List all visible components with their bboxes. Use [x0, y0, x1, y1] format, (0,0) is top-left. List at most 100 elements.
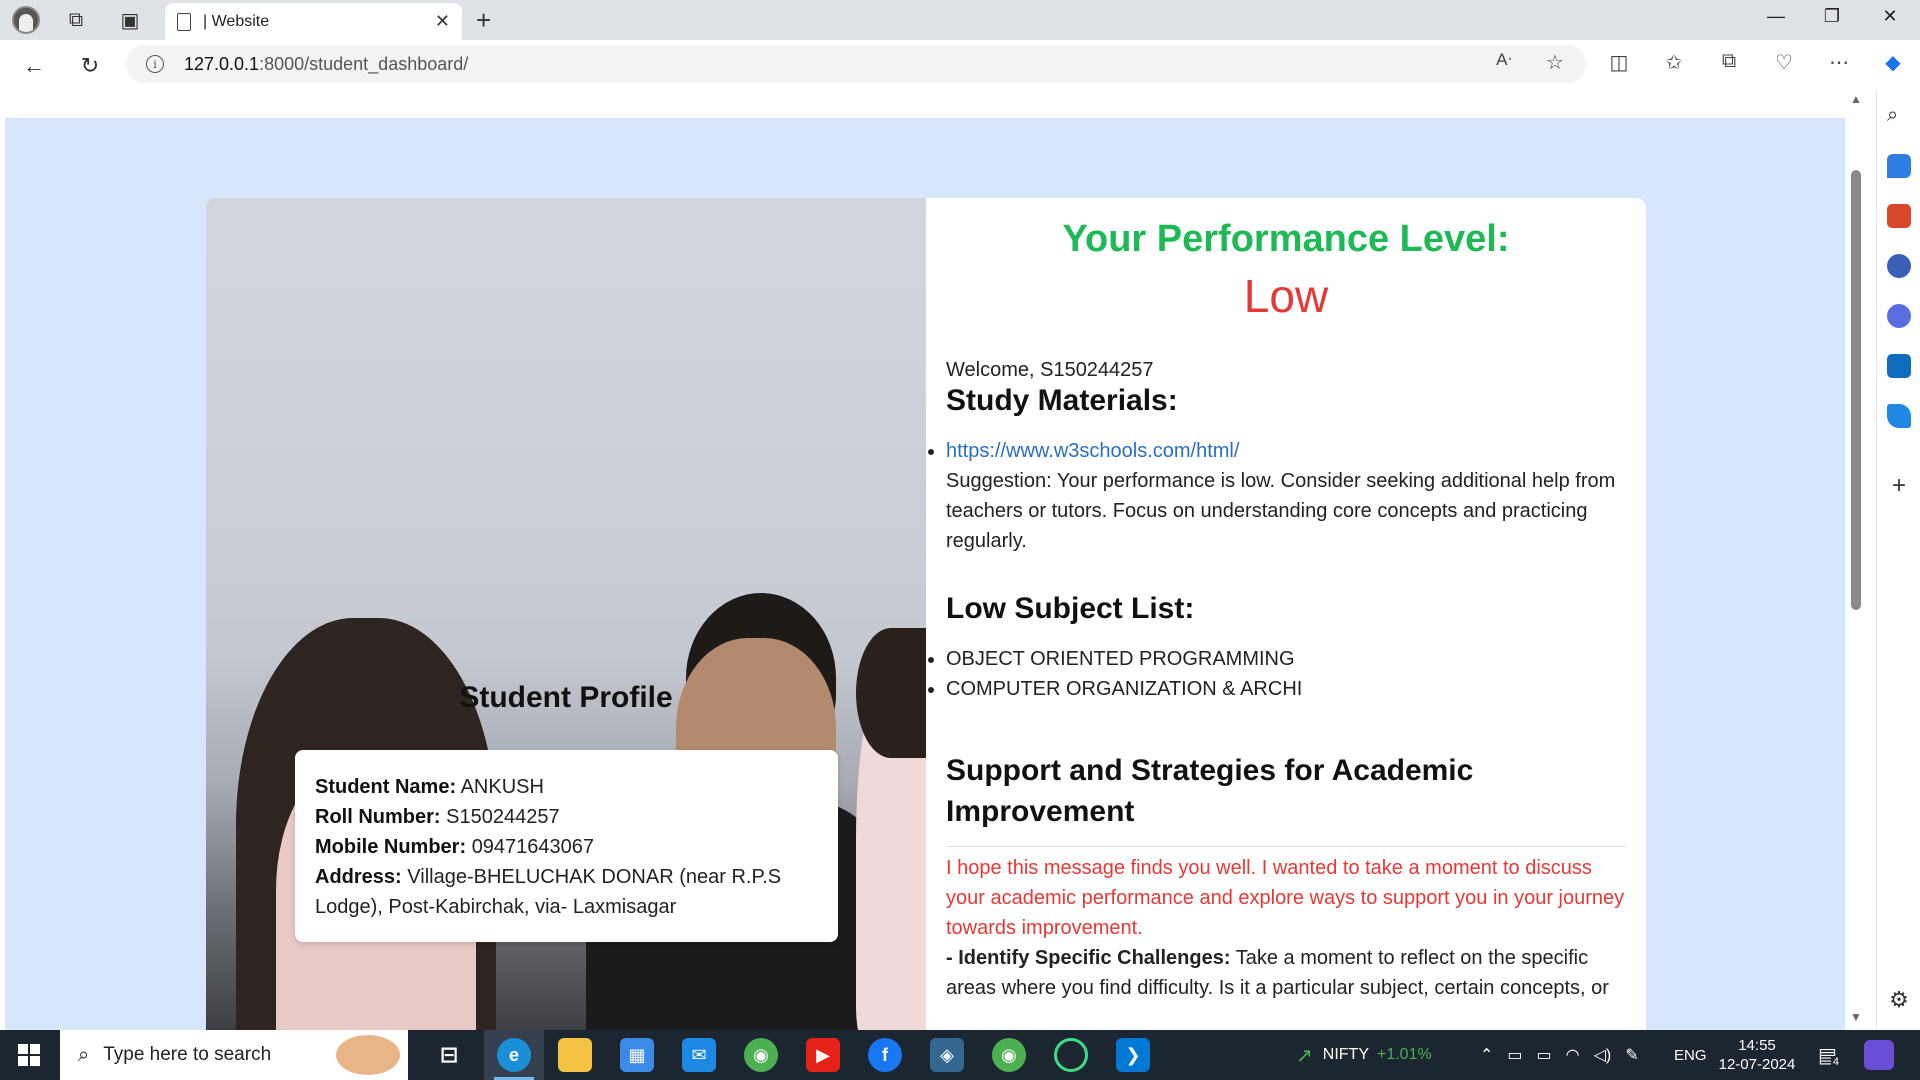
scroll-down-arrow-icon[interactable]: ▼ [1850, 1010, 1862, 1024]
study-link-item: https://www.w3schools.com/html/ [946, 436, 1626, 466]
info-icon[interactable]: i [146, 55, 164, 73]
list-item: COMPUTER ORGANIZATION & ARCHI [946, 674, 1626, 704]
address-bar: ← ↻ i 127.0.0.1:8000/student_dashboard/ … [0, 40, 1920, 90]
page-icon [177, 12, 191, 31]
study-link[interactable]: https://www.w3schools.com/html/ [946, 440, 1239, 462]
plus-icon[interactable]: + [476, 6, 491, 34]
vscode-icon[interactable]: ❯ [1116, 1038, 1150, 1072]
read-aloud-icon[interactable]: Aᐧ [1489, 50, 1519, 70]
postgresql-icon[interactable]: ◈ [930, 1038, 964, 1072]
nifty-label: NIFTY [1322, 1046, 1369, 1063]
settings-gear-icon[interactable]: ⚙ [1887, 988, 1911, 1012]
search-icon[interactable]: ⌕ [1887, 104, 1911, 128]
split-screen-icon[interactable]: ◫ [1604, 50, 1634, 75]
wifi-icon[interactable]: ◠ [1566, 1045, 1580, 1065]
roll-number-value: S150244257 [446, 806, 560, 828]
student-profile-title: Student Profile [459, 681, 673, 714]
tools-icon[interactable] [1887, 204, 1911, 228]
language-indicator[interactable]: ENG [1674, 1030, 1707, 1080]
scroll-up-arrow-icon[interactable]: ▲ [1850, 92, 1862, 106]
address-row: Address: Village-BHELUCHAK DONAR (near R… [315, 862, 818, 922]
battery-icon[interactable]: ▭ [1537, 1045, 1552, 1065]
facebook-icon[interactable]: f [868, 1038, 902, 1072]
file-explorer-icon[interactable] [558, 1038, 592, 1072]
list-item: OBJECT ORIENTED PROGRAMMING [946, 644, 1626, 674]
support-heading: Support and Strategies for Academic Impr… [946, 754, 1474, 828]
pen-icon[interactable]: ✎ [1625, 1045, 1638, 1065]
url-field[interactable]: i 127.0.0.1:8000/student_dashboard/ [126, 45, 1586, 83]
taskbar-search-box[interactable]: ⌕ Type here to search [60, 1030, 408, 1080]
chrome-profile-icon[interactable]: ◉ [992, 1038, 1026, 1072]
suggestion-text: Suggestion: Your performance is low. Con… [946, 470, 1616, 552]
clock[interactable]: 14:55 12-07-2024 [1712, 1036, 1802, 1074]
search-highlight-shell-icon [336, 1035, 400, 1075]
challenge-paragraph: - Identify Specific Challenges: Take a m… [946, 943, 1626, 1003]
scroll-thumb[interactable] [1851, 170, 1861, 610]
student-name-label: Student Name: [315, 776, 457, 798]
microsoft-store-icon[interactable]: ▦ [620, 1038, 654, 1072]
youtube-icon[interactable]: ▶ [806, 1038, 840, 1072]
student-name-value: ANKUSH [460, 776, 544, 798]
clock-time: 14:55 [1738, 1037, 1776, 1054]
add-icon[interactable]: + [1887, 474, 1911, 498]
more-icon[interactable]: ⋯ [1824, 50, 1854, 75]
chrome-icon[interactable]: ◉ [744, 1038, 778, 1072]
support-message: I hope this message finds you well. I wa… [946, 846, 1626, 943]
volume-icon[interactable]: ◁) [1594, 1045, 1612, 1065]
roll-number-row: Roll Number: S150244257 [315, 802, 818, 832]
refresh-icon[interactable]: ↻ [74, 50, 106, 82]
mobile-number-row: Mobile Number: 09471643067 [315, 832, 818, 862]
copilot-taskbar-icon[interactable] [1864, 1040, 1894, 1070]
copilot-icon[interactable]: ◆ [1878, 50, 1908, 75]
welcome-text: Welcome, S150244257 [946, 359, 1154, 381]
stock-chart-icon: ↗ [1296, 1044, 1313, 1067]
system-tray: ⌃ ▭ ▭ ◠ ◁) ✎ [1480, 1030, 1639, 1080]
avatar-icon[interactable] [12, 6, 40, 34]
workspaces-icon[interactable]: ⧉ [62, 6, 90, 34]
student-name-row: Student Name: ANKUSH [315, 772, 818, 802]
close-window-button[interactable]: ✕ [1870, 6, 1910, 27]
challenge-label: - Identify Specific Challenges: [946, 947, 1231, 969]
notification-center-icon[interactable]: ▤ 4 [1818, 1030, 1842, 1080]
low-subjects-list: OBJECT ORIENTED PROGRAMMING COMPUTER ORG… [946, 644, 1626, 704]
games-icon[interactable] [1887, 254, 1911, 278]
taskbar-search-placeholder: Type here to search [103, 1044, 272, 1065]
restore-button[interactable]: ❐ [1812, 6, 1852, 27]
study-materials-list: https://www.w3schools.com/html/ [946, 436, 1626, 466]
app-loader-icon[interactable] [1054, 1038, 1088, 1072]
task-view-icon[interactable]: ⊟ [432, 1038, 466, 1072]
copilot-apps-icon[interactable] [1887, 304, 1911, 328]
heart-pulse-icon[interactable]: ♡ [1769, 50, 1799, 75]
star-icon[interactable]: ☆ [1540, 50, 1570, 75]
search-icon: ⌕ [78, 1043, 90, 1066]
study-materials-heading: Study Materials: [946, 384, 1178, 417]
send-icon[interactable] [1887, 404, 1911, 428]
mobile-number-label: Mobile Number: [315, 836, 467, 858]
low-subjects-heading: Low Subject List: [946, 592, 1195, 625]
student-profile-box: Student Name: ANKUSH Roll Number: S15024… [295, 750, 838, 942]
tab-title: | Website [203, 12, 270, 30]
mobile-number-value: 09471643067 [471, 836, 595, 858]
page-viewport: Student Profile Student Name: ANKUSH Rol… [5, 90, 1845, 1030]
windows-start-icon[interactable] [18, 1044, 40, 1066]
favorites-icon[interactable]: ✩ [1659, 50, 1689, 75]
collections-icon[interactable]: ⧉ [1714, 50, 1744, 73]
meet-icon[interactable]: ▭ [1507, 1045, 1522, 1065]
url-host: 127.0.0.1 [184, 53, 260, 74]
performance-level: Low [1243, 270, 1329, 322]
outlook-icon[interactable] [1887, 354, 1911, 378]
mail-icon[interactable]: ✉ [682, 1038, 716, 1072]
student-photo-panel: Student Profile Student Name: ANKUSH Rol… [206, 198, 926, 1030]
edge-browser-icon[interactable]: e [497, 1038, 531, 1072]
nifty-widget[interactable]: ↗ NIFTY +1.01% [1296, 1030, 1432, 1080]
close-icon[interactable]: ✕ [435, 11, 450, 32]
tab-actions-icon[interactable]: ▣ [116, 6, 144, 34]
performance-heading: Your Performance Level: [1062, 218, 1510, 260]
minimize-button[interactable]: — [1756, 6, 1796, 27]
browser-tab[interactable]: | Website ✕ [165, 3, 462, 40]
url-path: :8000/student_dashboard/ [259, 53, 469, 74]
back-arrow-icon[interactable]: ← [18, 50, 50, 82]
shopping-icon[interactable] [1887, 154, 1911, 178]
chevron-up-icon[interactable]: ⌃ [1480, 1045, 1493, 1065]
roll-number-label: Roll Number: [315, 806, 441, 828]
